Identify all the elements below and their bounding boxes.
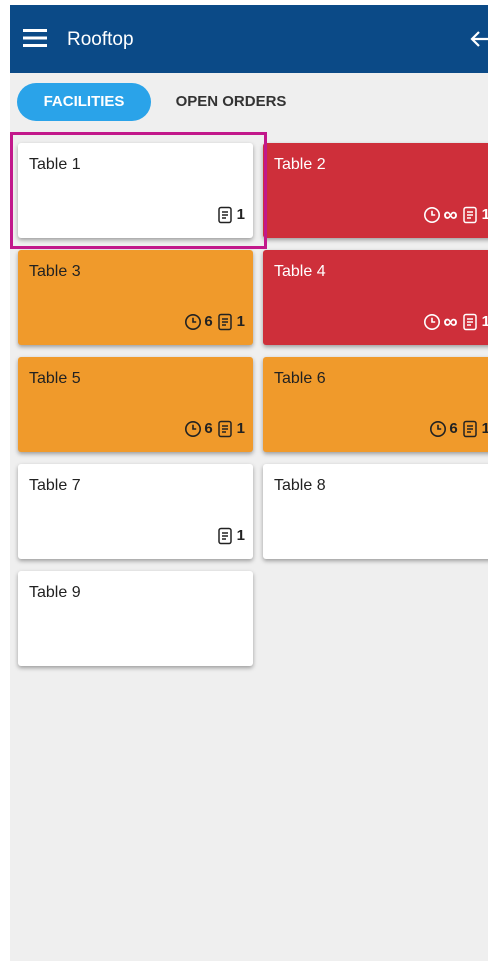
table-name: Table 3 bbox=[29, 263, 81, 280]
clock-icon bbox=[423, 206, 441, 224]
timer-value: 6 bbox=[204, 313, 213, 330]
table-name: Table 4 bbox=[274, 263, 326, 280]
app-bar: Rooftop bbox=[10, 5, 488, 73]
receipt-icon bbox=[462, 206, 478, 224]
timer-value: 6 bbox=[449, 420, 458, 437]
table-card[interactable]: Table 661 bbox=[263, 357, 488, 452]
table-name: Table 8 bbox=[274, 477, 326, 494]
table-card[interactable]: Table 2 ∞ 1 bbox=[263, 143, 488, 238]
table-status-meta: ∞ 1 bbox=[423, 311, 488, 333]
table-card[interactable]: Table 9 bbox=[18, 571, 253, 666]
table-card[interactable]: Table 361 bbox=[18, 250, 253, 345]
table-card[interactable]: Table 561 bbox=[18, 357, 253, 452]
table-status-meta: 1 bbox=[217, 206, 245, 224]
app-bar-title: Rooftop bbox=[67, 29, 134, 50]
table-card[interactable]: Table 7 1 bbox=[18, 464, 253, 559]
order-count: 1 bbox=[481, 420, 488, 437]
table-name: Table 6 bbox=[274, 370, 326, 387]
order-count: 1 bbox=[236, 313, 245, 330]
tab-open-orders[interactable]: OPEN ORDERS bbox=[161, 83, 301, 121]
app-screen: Rooftop FACILITIES OPEN ORDERS Table 11T… bbox=[10, 5, 488, 961]
table-name: Table 5 bbox=[29, 370, 81, 387]
table-card[interactable]: Table 4 ∞ 1 bbox=[263, 250, 488, 345]
table-status-meta: 61 bbox=[184, 420, 245, 438]
order-count: 1 bbox=[481, 206, 488, 223]
tab-bar: FACILITIES OPEN ORDERS bbox=[10, 83, 488, 123]
receipt-icon bbox=[217, 420, 233, 438]
table-status-meta: 1 bbox=[217, 527, 245, 545]
clock-icon bbox=[423, 313, 441, 331]
receipt-icon bbox=[217, 313, 233, 331]
table-status-meta: 61 bbox=[184, 313, 245, 331]
order-count: 1 bbox=[236, 527, 245, 544]
receipt-icon bbox=[217, 206, 233, 224]
clock-icon bbox=[184, 313, 202, 331]
order-count: 1 bbox=[236, 420, 245, 437]
back-arrow-icon[interactable] bbox=[468, 27, 488, 51]
table-card[interactable]: Table 8 bbox=[263, 464, 488, 559]
table-card[interactable]: Table 1 1 bbox=[18, 143, 253, 238]
order-count: 1 bbox=[481, 313, 488, 330]
table-name: Table 9 bbox=[29, 584, 81, 601]
table-name: Table 2 bbox=[274, 156, 326, 173]
clock-icon bbox=[184, 420, 202, 438]
order-count: 1 bbox=[236, 206, 245, 223]
timer-value: ∞ bbox=[443, 204, 458, 226]
timer-value: ∞ bbox=[443, 311, 458, 333]
table-name: Table 7 bbox=[29, 477, 81, 494]
clock-icon bbox=[429, 420, 447, 438]
menu-icon[interactable] bbox=[22, 25, 48, 51]
table-status-meta: ∞ 1 bbox=[423, 204, 488, 226]
receipt-icon bbox=[462, 420, 478, 438]
table-status-meta: 61 bbox=[429, 420, 488, 438]
receipt-icon bbox=[462, 313, 478, 331]
receipt-icon bbox=[217, 527, 233, 545]
tab-facilities[interactable]: FACILITIES bbox=[17, 83, 151, 121]
table-name: Table 1 bbox=[29, 156, 81, 173]
timer-value: 6 bbox=[204, 420, 213, 437]
